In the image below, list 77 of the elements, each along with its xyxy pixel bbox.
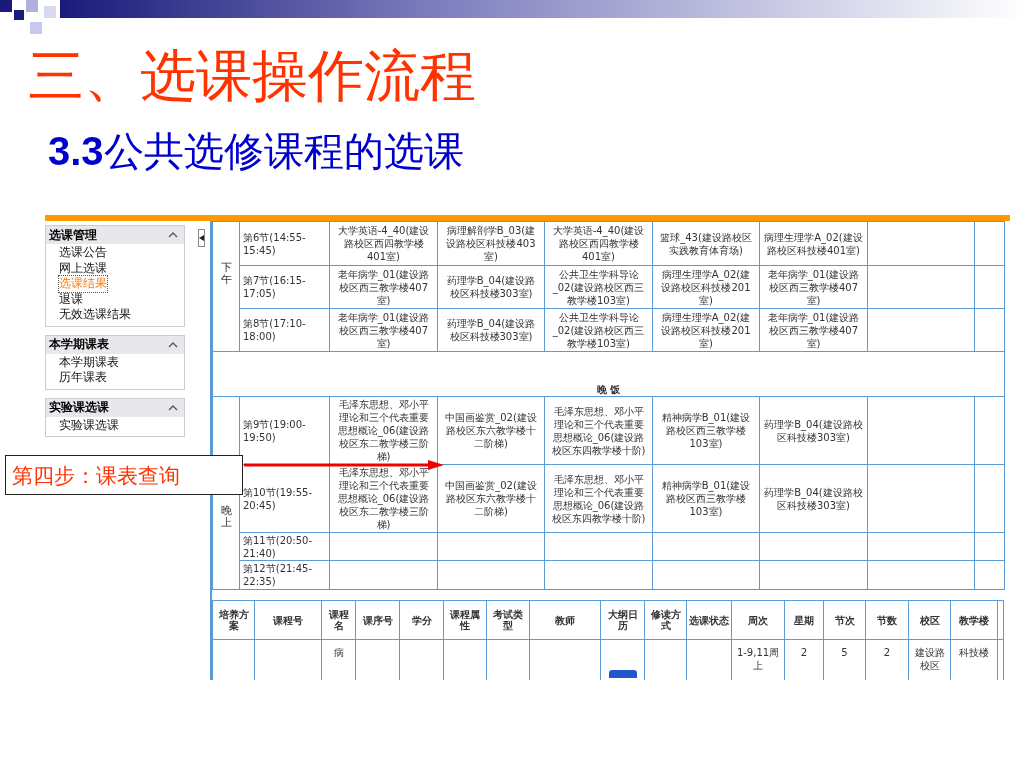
- column-header: 周次: [748, 614, 768, 626]
- table-cell: 2: [883, 646, 891, 659]
- course-cell-text: 药理学B_04(建设路校区科技楼303室): [445, 317, 537, 343]
- panel-title: 本学期课表: [49, 336, 109, 353]
- sidebar-item[interactable]: 本学期课表: [59, 354, 119, 370]
- column-header: 修读方式: [649, 609, 682, 631]
- course-cell-text: 大学英语-4_40(建设路校区西四教学楼401室): [336, 224, 431, 263]
- table-cell-text: 建设路校区: [913, 646, 946, 672]
- course-cell-text: 公共卫生学科导论_02(建设路校区西三教学楼103室): [551, 310, 646, 350]
- course-cell-text: 毛泽东思想、邓小平理论和三个代表重要思想概论_06(建设路校区东二教学楼三阶梯): [336, 398, 431, 463]
- sidebar-item[interactable]: 退课: [59, 291, 83, 307]
- sidebar-item[interactable]: 网上选课: [59, 260, 107, 276]
- period-label: 第8节(17:10-18:00): [243, 317, 307, 343]
- panel-title: 实验课选课: [49, 399, 109, 416]
- course-cell-text: 毛泽东思想、邓小平理论和三个代表重要思想概论_06(建设路校区东四教学楼十阶): [550, 472, 647, 525]
- column-header: 星期: [794, 614, 814, 626]
- dinner-break-label: 晚 饭: [596, 383, 621, 396]
- period-label: 第10节(19:55-20:45): [243, 485, 314, 512]
- period-label: 第11节(20:50-21:40): [243, 533, 314, 560]
- course-cell-text: 精神病学B_01(建设路校区西三教学楼103室): [660, 411, 752, 450]
- calendar-button[interactable]: [608, 670, 637, 678]
- panel-title: 选课管理: [49, 226, 97, 244]
- chevron-icon[interactable]: [168, 341, 178, 348]
- period-label: 第7节(16:15-17:05): [243, 274, 307, 300]
- course-cell-text: 毛泽东思想、邓小平理论和三个代表重要思想概论_06(建设路校区东四教学楼十阶): [550, 404, 647, 457]
- course-cell-text: 中国画鉴赏_02(建设路校区东六教学楼十二阶梯): [444, 411, 538, 450]
- course-cell-text: 老年病学_01(建设路校区西三教学楼407室): [766, 267, 861, 307]
- course-cell-text: 毛泽东思想、邓小平理论和三个代表重要思想概论_06(建设路校区东二教学楼三阶梯): [336, 466, 431, 531]
- chevron-icon[interactable]: [168, 404, 178, 411]
- course-cell-text: 大学英语-4_40(建设路校区西四教学楼401室): [551, 224, 646, 263]
- column-header: 课程属性: [449, 609, 481, 631]
- table-cell: 2: [800, 646, 808, 659]
- course-cell-text: 篮球_43(建设路校区实践教育体育场): [659, 230, 753, 257]
- period-label: 第9节(19:00-19:50): [243, 417, 307, 444]
- course-cell-text: 病理生理学A_02(建设路校区科技楼201室): [660, 267, 752, 307]
- column-header: 培养方案: [217, 609, 250, 631]
- sidebar-item[interactable]: 历年课表: [59, 370, 107, 386]
- column-header: 校区: [919, 614, 940, 626]
- course-cell-text: 老年病学_01(建设路校区西三教学楼407室): [336, 267, 431, 307]
- column-header: 节次: [834, 614, 855, 626]
- sidebar-item[interactable]: 实验课选课: [59, 417, 119, 433]
- course-cell-text: 中国画鉴赏_02(建设路校区东六教学楼十二阶梯): [444, 479, 538, 518]
- course-cell-text: 公共卫生学科导论_02(建设路校区西三教学楼103室): [551, 267, 646, 307]
- sidebar-item[interactable]: 选课公告: [59, 245, 107, 261]
- session-label: 晚上: [220, 505, 232, 530]
- column-header: 教师: [555, 614, 575, 626]
- course-cell-text: 精神病学B_01(建设路校区西三教学楼103室): [660, 479, 752, 518]
- table-cell: 1-9,11周上: [735, 646, 781, 672]
- course-cell-text: 病理生理学A_02(建设路校区科技楼201室): [660, 310, 752, 350]
- course-cell: 药理学B_04(建设路校区科技楼303室): [764, 485, 863, 512]
- course-cell: 药理学B_04(建设路校区科技楼303室): [764, 417, 863, 444]
- column-header: 选课状态: [689, 614, 729, 626]
- course-cell-text: 药理学B_04(建设路校区科技楼303室): [445, 274, 537, 300]
- column-header: 课程名: [327, 609, 350, 631]
- table-cell: 科技楼: [959, 646, 989, 659]
- session-label: 下午: [220, 262, 232, 287]
- column-header: 大纲日历: [606, 609, 639, 631]
- period-label: 第6节(14:55-15:45): [243, 230, 307, 257]
- course-cell-text: 老年病学_01(建设路校区西三教学楼407室): [336, 310, 431, 350]
- slide-subtitle: 3.3公共选修课程的选课: [48, 127, 464, 176]
- course-cell-text: 病理解剖学B_03(建设路校区科技楼403室): [445, 224, 537, 263]
- sidebar-item[interactable]: 无效选课结果: [59, 307, 131, 323]
- course-cell-text: 老年病学_01(建设路校区西三教学楼407室): [766, 310, 861, 350]
- column-header: 教学楼: [959, 614, 989, 626]
- collapse-handle[interactable]: [198, 229, 205, 247]
- column-header: 考试类型: [492, 609, 524, 631]
- column-header: 课序号: [362, 614, 393, 626]
- column-header: 课程号: [273, 614, 303, 626]
- column-header: 学分: [411, 614, 432, 626]
- table-cell: 病: [333, 646, 344, 659]
- period-label: 第12节(21:45-22:35): [243, 562, 314, 588]
- chevron-icon[interactable]: [168, 232, 178, 238]
- column-header: 节数: [877, 614, 897, 626]
- slide-title: 三、选课操作流程: [28, 42, 476, 110]
- course-cell: 病理生理学A_02(建设路校区科技楼401室): [764, 230, 863, 257]
- callout-label: 第四步：课表查询: [5, 455, 243, 495]
- table-cell: 5: [841, 646, 848, 659]
